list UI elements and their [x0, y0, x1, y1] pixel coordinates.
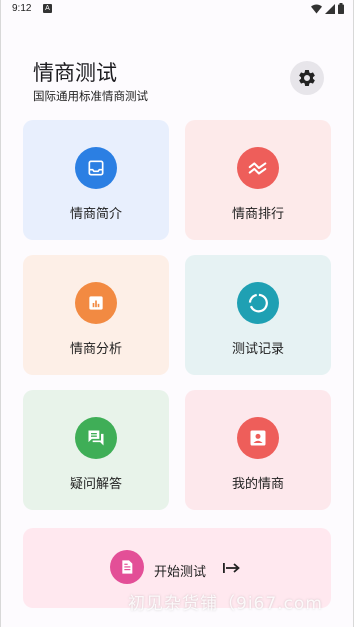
card-label: 情商排行: [231, 207, 284, 222]
card-icon-circle: [75, 147, 117, 189]
document-icon: [122, 560, 133, 574]
trend-icon: [248, 162, 267, 175]
card-my-eq[interactable]: 我的情商: [185, 390, 331, 510]
chat-icon: [88, 430, 104, 446]
start-icon-circle: [110, 550, 144, 584]
card-label: 疑问解答: [69, 477, 122, 492]
start-test-label: 开始测试: [154, 565, 207, 580]
notification-icon: A: [43, 4, 52, 13]
settings-button[interactable]: [290, 61, 324, 95]
card-label: 我的情商: [231, 477, 284, 492]
battery-icon: [338, 3, 344, 14]
page-title: 情商测试: [33, 61, 117, 85]
card-label: 情商分析: [69, 342, 122, 357]
card-icon-circle: [75, 282, 117, 324]
wifi-icon: [311, 4, 322, 13]
status-time: 9:12: [12, 3, 32, 14]
gear-icon: [299, 69, 315, 86]
card-label: 测试记录: [231, 342, 284, 357]
status-icons: [311, 3, 344, 14]
progress-ring-icon: [248, 293, 268, 313]
card-eq-ranking[interactable]: 情商排行: [185, 120, 331, 240]
card-test-records[interactable]: 测试记录: [185, 255, 331, 375]
page-subtitle: 国际通用标准情商测试: [33, 89, 148, 103]
arrow-right-icon: [223, 563, 240, 573]
card-eq-analysis[interactable]: 情商分析: [23, 255, 169, 375]
card-faq[interactable]: 疑问解答: [23, 390, 169, 510]
card-eq-intro[interactable]: 情商简介: [23, 120, 169, 240]
bar-chart-icon: [89, 296, 103, 310]
inbox-icon: [88, 160, 104, 176]
status-bar: 9:12 A: [0, 0, 354, 18]
signal-icon: [325, 3, 335, 14]
card-icon-circle: [237, 282, 279, 324]
card-icon-circle: [75, 417, 117, 459]
watermark: 初见杂货铺（9i67.com: [128, 594, 323, 614]
card-icon-circle: [237, 417, 279, 459]
person-icon: [250, 430, 266, 446]
card-label: 情商简介: [69, 207, 122, 222]
card-icon-circle: [237, 147, 279, 189]
